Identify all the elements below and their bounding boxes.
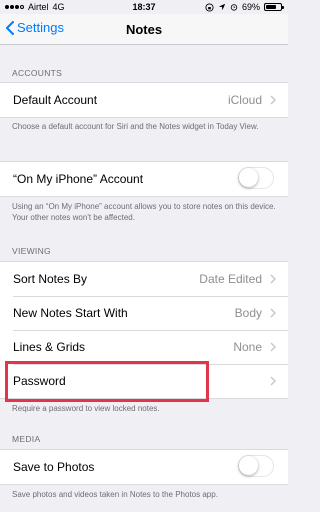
- on-my-iphone-group: “On My iPhone” Account: [0, 161, 288, 197]
- on-my-iphone-footer: Using an “On My iPhone” account allows y…: [12, 202, 276, 222]
- media-footer: Save photos and videos taken in Notes to…: [12, 490, 218, 499]
- save-to-photos-label: Save to Photos: [13, 460, 95, 474]
- battery-fill: [266, 5, 276, 9]
- lines-grids-value: None: [233, 340, 262, 354]
- battery-icon: [264, 3, 284, 11]
- default-account-label: Default Account: [13, 93, 98, 107]
- section-header-media: MEDIA: [12, 434, 41, 444]
- new-notes-start-with-value: Body: [234, 306, 262, 320]
- navigation-bar: Settings Notes: [0, 14, 288, 45]
- sort-notes-by-value: Date Edited: [199, 272, 262, 286]
- battery-percent: 69%: [241, 2, 260, 12]
- status-right: 69%: [205, 2, 284, 12]
- new-notes-start-with-label: New Notes Start With: [13, 306, 128, 320]
- chevron-right-icon: [270, 95, 276, 105]
- on-my-iphone-toggle[interactable]: [238, 167, 274, 189]
- on-my-iphone-row: “On My iPhone” Account: [0, 162, 288, 196]
- save-to-photos-toggle[interactable]: [238, 455, 274, 477]
- sort-notes-by-row[interactable]: Sort Notes By Date Edited: [0, 262, 288, 296]
- chevron-right-icon: [270, 274, 276, 284]
- section-header-viewing: VIEWING: [12, 246, 51, 256]
- section-header-accounts: ACCOUNTS: [12, 68, 63, 78]
- alarm-icon: [230, 4, 238, 11]
- chevron-right-icon: [270, 308, 276, 318]
- save-to-photos-row: Save to Photos: [0, 450, 288, 484]
- default-account-row[interactable]: Default Account iCloud: [0, 83, 288, 117]
- accounts-group: Default Account iCloud: [0, 82, 288, 118]
- password-row[interactable]: Password: [0, 364, 288, 398]
- page-title: Notes: [125, 22, 163, 37]
- chevron-right-icon: [270, 376, 276, 386]
- new-notes-start-with-row[interactable]: New Notes Start With Body: [0, 296, 288, 330]
- sort-notes-by-label: Sort Notes By: [13, 272, 88, 286]
- chevron-right-icon: [270, 342, 276, 352]
- viewing-group: Sort Notes By Date Edited New Notes Star…: [0, 261, 288, 399]
- viewing-footer: Require a password to view locked notes.: [12, 404, 160, 413]
- media-group: Save to Photos: [0, 449, 288, 485]
- lines-grids-row[interactable]: Lines & Grids None: [0, 330, 288, 364]
- on-my-iphone-label: “On My iPhone” Account: [13, 172, 144, 186]
- default-account-value: iCloud: [227, 93, 262, 107]
- location-icon: [218, 3, 226, 11]
- toggle-knob: [239, 168, 258, 187]
- lines-grids-label: Lines & Grids: [13, 340, 86, 354]
- screen-lock-icon: [205, 2, 214, 12]
- password-label: Password: [13, 374, 66, 388]
- accounts-footer: Choose a default account for Siri and th…: [12, 122, 259, 131]
- status-bar: Airtel 4G 18:37 69%: [0, 0, 288, 14]
- toggle-knob: [239, 456, 258, 475]
